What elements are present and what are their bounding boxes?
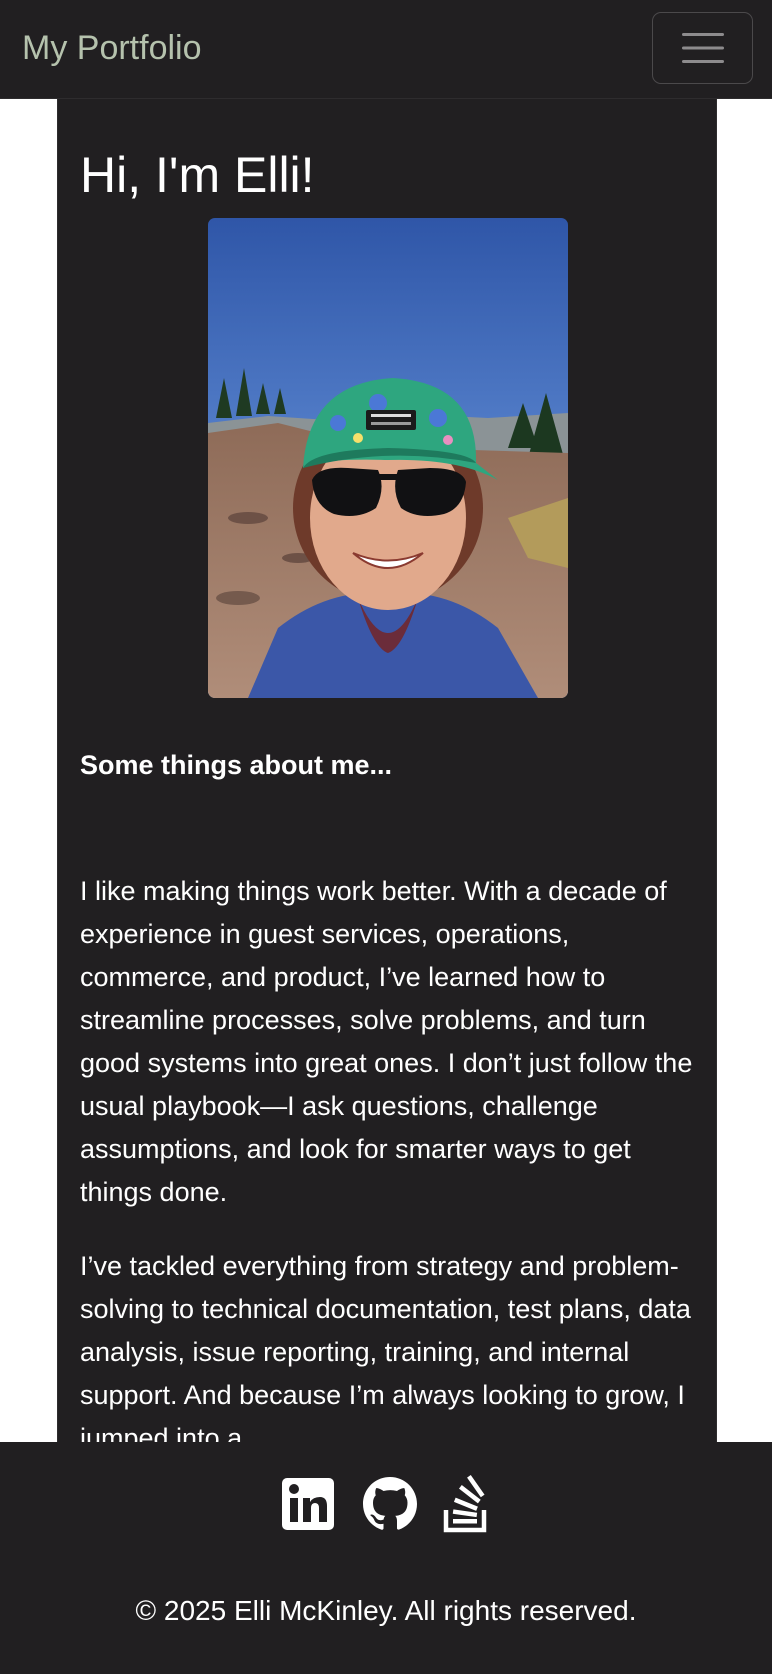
- github-link[interactable]: [360, 1474, 420, 1534]
- navbar: My Portfolio: [0, 0, 772, 99]
- about-paragraph-1: I like making things work better. With a…: [80, 876, 693, 1207]
- menu-toggle-button[interactable]: [652, 12, 753, 84]
- profile-photo: [208, 218, 568, 698]
- about-section: Hi, I'm Elli! Some things about me... I …: [57, 99, 717, 1442]
- github-icon: [363, 1477, 417, 1530]
- copyright-text: © 2025 Elli McKinley. All rights reserve…: [135, 1595, 637, 1626]
- stackoverflow-icon: [443, 1475, 487, 1533]
- social-links: [0, 1474, 772, 1534]
- about-paragraph-2: I’ve tackled everything from strategy an…: [80, 1251, 691, 1442]
- hamburger-menu-icon: [681, 33, 724, 63]
- linkedin-icon: [282, 1478, 334, 1530]
- footer: © 2025 Elli McKinley. All rights reserve…: [0, 1442, 772, 1674]
- stackoverflow-link[interactable]: [437, 1474, 497, 1534]
- linkedin-link[interactable]: [278, 1474, 338, 1534]
- page-title: Hi, I'm Elli!: [80, 147, 315, 203]
- navbar-brand[interactable]: My Portfolio: [22, 28, 202, 68]
- about-subheading: Some things about me...: [80, 750, 393, 780]
